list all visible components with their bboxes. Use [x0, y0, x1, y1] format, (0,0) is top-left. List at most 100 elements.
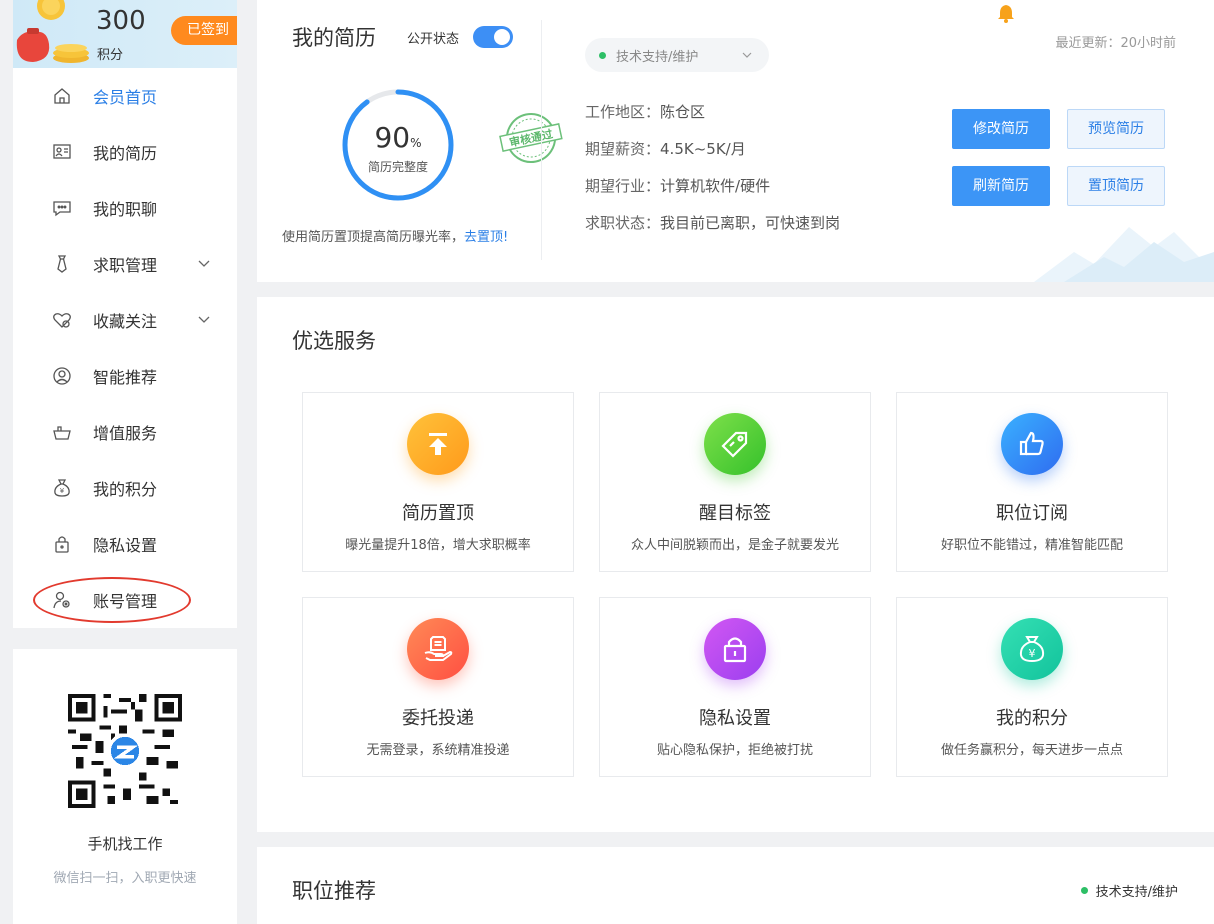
tie-icon — [51, 253, 73, 275]
services-card: 优选服务 简历置顶 曝光量提升18倍，增大求职概率 醒目标签 众人中间脱颖而出，… — [257, 297, 1214, 832]
service-tile-privacy[interactable]: 隐私设置 贴心隐私保护，拒绝被打扰 — [599, 597, 871, 777]
lock-icon — [704, 618, 766, 680]
qr-title: 手机找工作 — [87, 835, 163, 853]
sidebar-item-label: 收藏关注 — [93, 312, 158, 331]
top-resume-button[interactable]: 置顶简历 — [1067, 166, 1165, 206]
qr-subtitle: 微信扫一扫，入职更快速 — [53, 871, 197, 886]
preview-resume-button[interactable]: 预览简历 — [1067, 109, 1165, 149]
completeness-number: 90 — [374, 121, 411, 154]
chevron-down-icon — [742, 52, 752, 58]
sidebar-item-favorites[interactable]: 收藏关注 — [13, 292, 237, 348]
service-tile-job-subscribe[interactable]: 职位订阅 好职位不能错过，精准智能匹配 — [896, 392, 1168, 572]
service-desc: 好职位不能错过，精准智能匹配 — [940, 538, 1123, 553]
service-tile-delegated-delivery[interactable]: 委托投递 无需登录，系统精准投递 — [302, 597, 574, 777]
sidebar-item-label: 我的积分 — [93, 480, 158, 499]
points-value: 300 — [96, 6, 146, 36]
qr-code — [68, 694, 182, 808]
info-value: 计算机软件/硬件 — [660, 177, 771, 195]
service-name: 隐私设置 — [699, 708, 771, 729]
recommend-card: 职位推荐 技术支持/维护 — [257, 847, 1214, 924]
completeness-ring: 90% 简历完整度 — [341, 88, 455, 202]
sidebar-item-account-management[interactable]: 账号管理 — [13, 572, 237, 628]
money-bag-icon: ¥ — [1001, 618, 1063, 680]
sidebar-item-label: 隐私设置 — [93, 536, 158, 555]
sidebar-item-my-points[interactable]: ¥ 我的积分 — [13, 460, 237, 516]
service-tile-resume-top[interactable]: 简历置顶 曝光量提升18倍，增大求职概率 — [302, 392, 574, 572]
bell-icon[interactable] — [997, 3, 1015, 23]
qr-card: 手机找工作 微信扫一扫，入职更快速 — [13, 649, 237, 924]
sidebar-item-label: 智能推荐 — [93, 368, 158, 387]
sidebar-item-value-added[interactable]: 增值服务 — [13, 404, 237, 460]
service-desc: 贴心隐私保护，拒绝被打扰 — [656, 743, 813, 758]
tag-icon — [704, 413, 766, 475]
service-desc: 众人中间脱颖而出，是金子就要发光 — [630, 538, 839, 553]
info-value: 我目前已离职，可快速到岗 — [660, 214, 841, 232]
service-name: 委托投递 — [402, 708, 474, 729]
sidebar-item-label: 增值服务 — [93, 424, 158, 443]
service-name: 职位订阅 — [996, 503, 1068, 524]
sidebar-item-my-resume[interactable]: 我的简历 — [13, 124, 237, 180]
info-key: 期望薪资： — [585, 140, 661, 158]
refresh-resume-button[interactable]: 刷新简历 — [952, 166, 1050, 206]
sidebar-menu: 会员首页 我的简历 我的职聊 求职管理 收藏关注 智能推荐 增值服务 ¥ 我的积… — [13, 68, 237, 628]
lock-icon — [51, 533, 73, 555]
coin-bag-illustration — [16, 0, 89, 63]
edit-resume-button[interactable]: 修改简历 — [952, 109, 1050, 149]
heart-icon — [51, 309, 73, 331]
status-dot — [599, 51, 606, 59]
status-dot — [1080, 887, 1088, 894]
sidebar: 300 积分 已签到 会员首页 我的简历 我的职聊 求职管理 收藏关注 智能推荐… — [13, 0, 237, 924]
sidebar-item-label: 求职管理 — [93, 256, 158, 275]
public-status-toggle[interactable] — [473, 26, 513, 48]
sidebar-item-label: 我的职聊 — [93, 200, 158, 219]
recommend-tag[interactable]: 技术支持/维护 — [1080, 881, 1178, 900]
last-updated: 最近更新：20小时前 — [1055, 36, 1176, 51]
recommend-title: 职位推荐 — [292, 879, 376, 903]
signed-in-button[interactable]: 已签到 — [171, 16, 237, 45]
arrow-up-icon — [407, 413, 469, 475]
resume-title: 我的简历 — [292, 26, 376, 50]
resume-icon — [51, 141, 73, 163]
info-row-job-status: 求职状态：我目前已离职，可快速到岗 — [585, 212, 840, 233]
sidebar-item-smart-recommend[interactable]: 智能推荐 — [13, 348, 237, 404]
mountain-decoration — [1034, 227, 1214, 282]
chat-icon — [51, 197, 73, 219]
service-desc: 无需登录，系统精准投递 — [366, 743, 510, 758]
sidebar-item-label: 会员首页 — [93, 88, 158, 107]
resume-card: 我的简历 公开状态 90% 简历完整度 审核通过 使用简历置顶提高简历曝光率，去… — [257, 0, 1214, 282]
info-row-industry: 期望行业：计算机软件/硬件 — [585, 175, 770, 196]
info-key: 期望行业： — [585, 177, 661, 195]
info-key: 工作地区： — [585, 103, 661, 121]
sidebar-item-my-chat[interactable]: 我的职聊 — [13, 180, 237, 236]
hand-document-icon — [407, 618, 469, 680]
info-value: 陈仓区 — [660, 103, 706, 121]
basket-icon — [51, 421, 73, 443]
info-value: 4.5K~5K/月 — [660, 140, 746, 158]
home-icon — [51, 85, 73, 107]
chevron-down-icon[interactable] — [197, 312, 211, 326]
svg-text:¥: ¥ — [60, 487, 65, 495]
info-key: 求职状态： — [585, 214, 661, 232]
sidebar-item-label: 账号管理 — [93, 592, 158, 611]
chevron-down-icon[interactable] — [197, 256, 211, 270]
go-top-link[interactable]: 去置顶! — [464, 230, 508, 245]
service-tile-highlight-tag[interactable]: 醒目标签 众人中间脱颖而出，是金子就要发光 — [599, 392, 871, 572]
completeness-label: 简历完整度 — [367, 160, 428, 174]
top-tip: 使用简历置顶提高简历曝光率，去置顶! — [282, 226, 508, 245]
service-name: 我的积分 — [996, 708, 1068, 729]
job-intention-label: 技术支持/维护 — [616, 49, 699, 65]
services-title: 优选服务 — [292, 329, 376, 353]
sidebar-item-member-home[interactable]: 会员首页 — [13, 68, 237, 124]
sidebar-item-privacy[interactable]: 隐私设置 — [13, 516, 237, 572]
divider — [541, 20, 542, 260]
completeness-value: 90% — [341, 121, 455, 154]
service-desc: 曝光量提升18倍，增大求职概率 — [345, 538, 531, 553]
thumbs-up-icon — [1001, 413, 1063, 475]
service-tile-my-points[interactable]: ¥ 我的积分 做任务赢积分，每天进步一点点 — [896, 597, 1168, 777]
info-row-work-area: 工作地区：陈仓区 — [585, 101, 705, 122]
job-intention-select[interactable]: 技术支持/维护 — [585, 38, 769, 72]
svg-text:¥: ¥ — [1029, 647, 1036, 660]
sidebar-item-job-management[interactable]: 求职管理 — [13, 236, 237, 292]
service-desc: 做任务赢积分，每天进步一点点 — [940, 743, 1123, 758]
points-card: 300 积分 已签到 — [13, 0, 237, 68]
